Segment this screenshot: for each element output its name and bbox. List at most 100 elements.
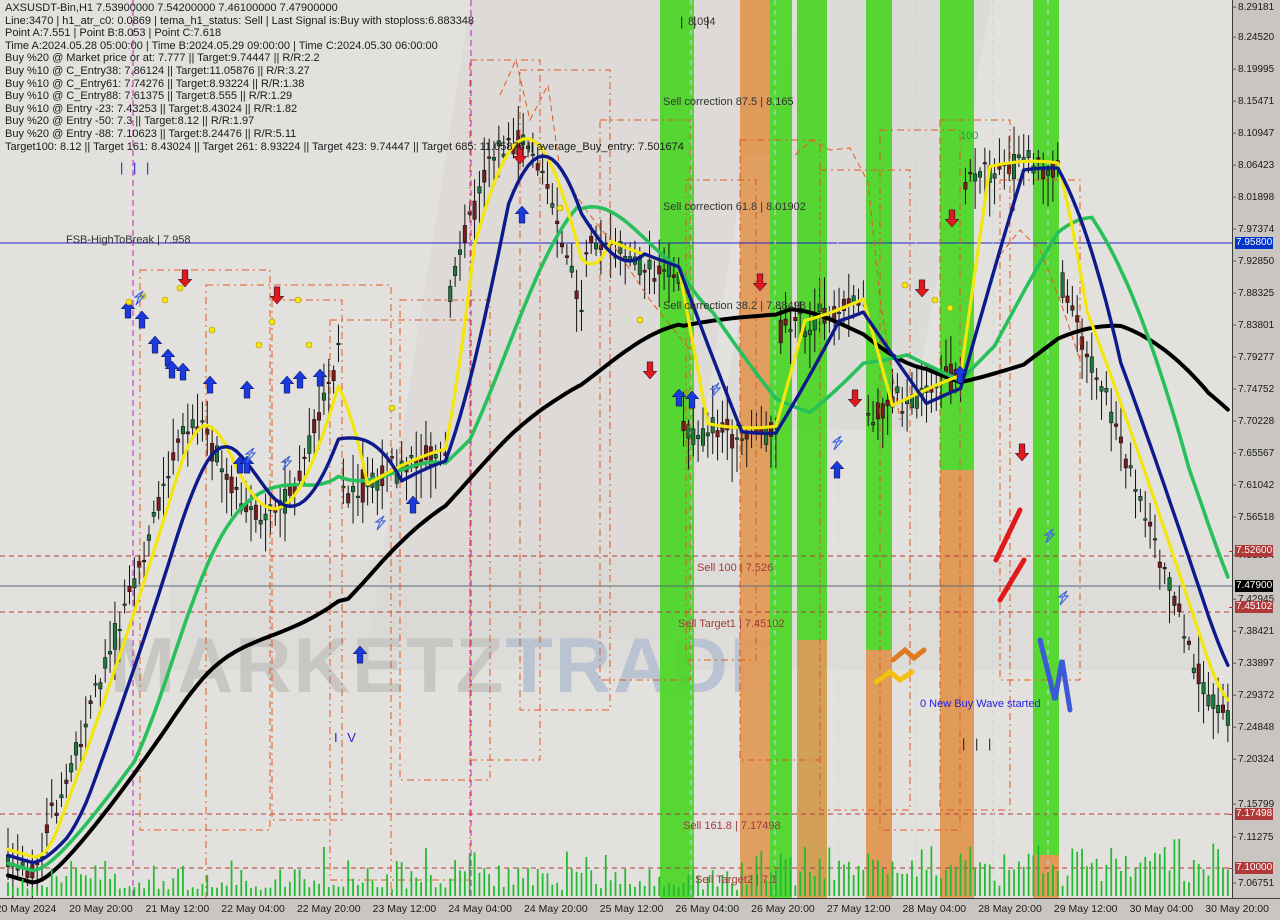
- price-tick: -8.15471: [1233, 96, 1275, 107]
- candle-body: [1201, 682, 1206, 695]
- time-tick: 28 May 20:00: [978, 903, 1042, 915]
- candle-body: [477, 186, 482, 194]
- chart-plot-area[interactable]: MARKETZTRADE 8.094 Sell correction 87.5 |…: [0, 0, 1232, 898]
- price-tick: -7.61042: [1233, 480, 1275, 491]
- candle-body: [1211, 694, 1216, 709]
- sell-arrow-down-icon: [847, 389, 863, 408]
- price-tick: -7.70228: [1233, 416, 1275, 427]
- candle-body: [117, 628, 122, 632]
- candle-body: [1206, 694, 1211, 707]
- fib-box: [819, 169, 911, 811]
- candle-body: [666, 263, 671, 277]
- candle-body: [1084, 353, 1089, 358]
- candle-body: [1075, 315, 1080, 323]
- candle-body: [788, 329, 793, 332]
- candle-body: [185, 431, 190, 435]
- session-band: [797, 640, 827, 898]
- candle-body: [312, 419, 317, 434]
- session-band: [940, 470, 974, 898]
- candle-body: [346, 493, 351, 504]
- star-marker-icon: [388, 404, 396, 412]
- candle-body: [506, 137, 511, 141]
- signal-arrow-outline-icon: [280, 455, 293, 471]
- candle-body: [1065, 295, 1070, 303]
- candle-body: [700, 428, 705, 446]
- candle-body: [263, 513, 268, 521]
- candle-body: [302, 456, 307, 459]
- sell-arrow-down-icon: [177, 269, 193, 288]
- price-tick: -7.97374: [1233, 224, 1275, 235]
- price-tick: -8.06423: [1233, 160, 1275, 171]
- buy-arrow-up-icon: [279, 375, 295, 394]
- candle-body: [166, 476, 171, 479]
- price-tick: -7.20324: [1233, 754, 1275, 765]
- candle-body: [1182, 636, 1187, 639]
- candle-body: [1167, 577, 1172, 591]
- candle-body: [1196, 663, 1201, 685]
- candle-body: [977, 171, 982, 178]
- session-band: [1033, 0, 1059, 898]
- candle-body: [594, 242, 599, 250]
- price-tick: -8.24520: [1233, 32, 1275, 43]
- price-tick: -7.11275: [1233, 832, 1274, 843]
- candle-body: [560, 242, 565, 248]
- candle-body: [778, 319, 783, 344]
- candle-body: [584, 252, 589, 255]
- time-tick: 26 May 04:00: [675, 903, 740, 915]
- star-marker-icon: [556, 204, 564, 212]
- sell-arrow-down-icon: [642, 361, 658, 380]
- price-label-current: 7.47900: [1235, 580, 1274, 592]
- price-tick: -7.33897: [1233, 658, 1275, 669]
- candle-body: [433, 454, 438, 459]
- candle-body: [671, 274, 676, 278]
- star-marker-icon: [255, 341, 263, 349]
- candle-body: [662, 269, 667, 272]
- time-axis[interactable]: 20 May 2024 20 May 20:00 21 May 12:00 22 Ma…: [0, 898, 1280, 920]
- price-tick: -7.65567: [1233, 448, 1275, 459]
- candle-body: [331, 370, 336, 382]
- candle-body: [900, 411, 905, 414]
- candle-body: [1138, 496, 1143, 501]
- candle-body: [550, 203, 555, 208]
- candle-body: [409, 455, 414, 458]
- signal-arrow-outline-icon: [374, 515, 387, 531]
- price-tick: -7.56518: [1233, 512, 1275, 523]
- candle-body: [132, 578, 137, 589]
- star-marker-icon: [636, 316, 644, 324]
- time-tick: 22 May 20:00: [296, 903, 361, 915]
- star-marker-icon: [176, 284, 184, 292]
- candle-body: [730, 434, 735, 449]
- candle-body: [78, 743, 83, 747]
- candle-body: [739, 438, 744, 441]
- candle-body: [574, 290, 579, 300]
- candle-body: [1089, 356, 1094, 373]
- price-tick: -7.83801: [1233, 320, 1275, 331]
- candle-body: [871, 422, 876, 426]
- candle-body: [589, 235, 594, 244]
- candle-body: [161, 483, 166, 486]
- candle-body: [453, 266, 458, 276]
- time-tick: 21 May 12:00: [145, 903, 210, 915]
- time-tick: 24 May 20:00: [524, 903, 588, 915]
- candle-body: [351, 485, 356, 493]
- candle-body: [715, 430, 720, 438]
- candle-body: [734, 437, 739, 440]
- time-tick: 24 May 04:00: [448, 903, 512, 915]
- candle-body: [1050, 163, 1055, 178]
- time-tick: 23 May 12:00: [372, 903, 437, 915]
- candle-body: [200, 420, 205, 423]
- candle-body: [93, 683, 98, 686]
- candle-body: [1099, 386, 1104, 392]
- candle-body: [54, 812, 59, 816]
- buy-arrow-up-icon: [134, 310, 150, 329]
- candle-body: [744, 433, 749, 440]
- candle-body: [229, 476, 234, 494]
- candle-body: [491, 157, 496, 161]
- price-label-current: 7.17498: [1235, 808, 1274, 820]
- candle-body: [1026, 150, 1031, 158]
- price-axis[interactable]: -8.29181 -8.24520 -8.19995 -8.15471 -8.10947…: [1229, 0, 1280, 898]
- chart-canvas: [0, 0, 1232, 898]
- candle-body: [108, 651, 113, 655]
- candle-body: [151, 511, 156, 517]
- star-marker-icon: [208, 326, 216, 334]
